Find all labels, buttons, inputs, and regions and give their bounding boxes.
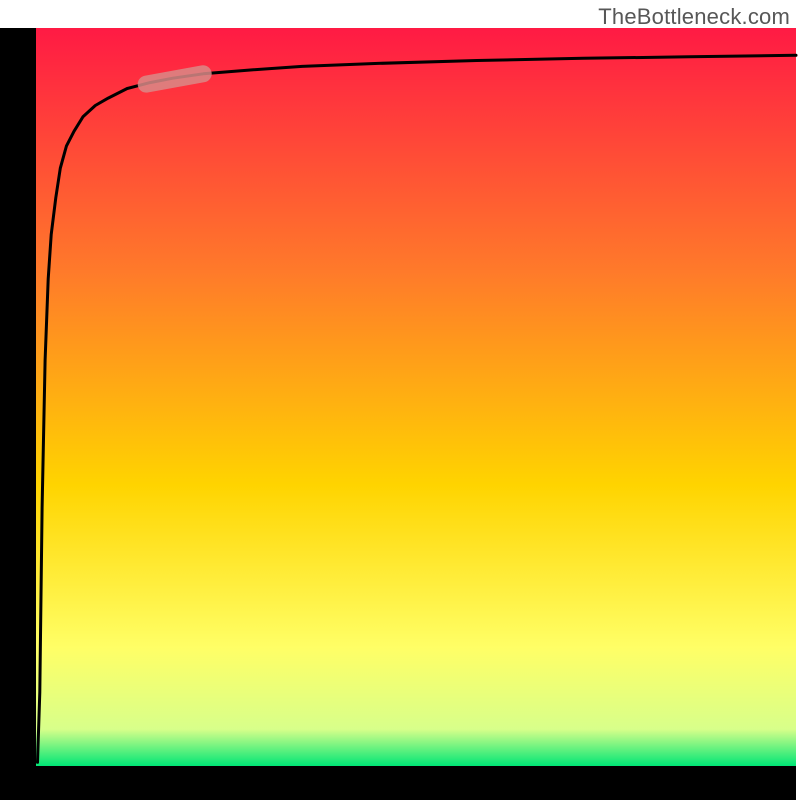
watermark-text: TheBottleneck.com [598, 4, 790, 30]
chart-svg [0, 0, 800, 800]
frame-bottom [0, 766, 796, 800]
frame-left [0, 28, 36, 800]
plot-area [36, 28, 796, 766]
chart-stage: TheBottleneck.com [0, 0, 800, 800]
curve-highlight [146, 74, 203, 84]
